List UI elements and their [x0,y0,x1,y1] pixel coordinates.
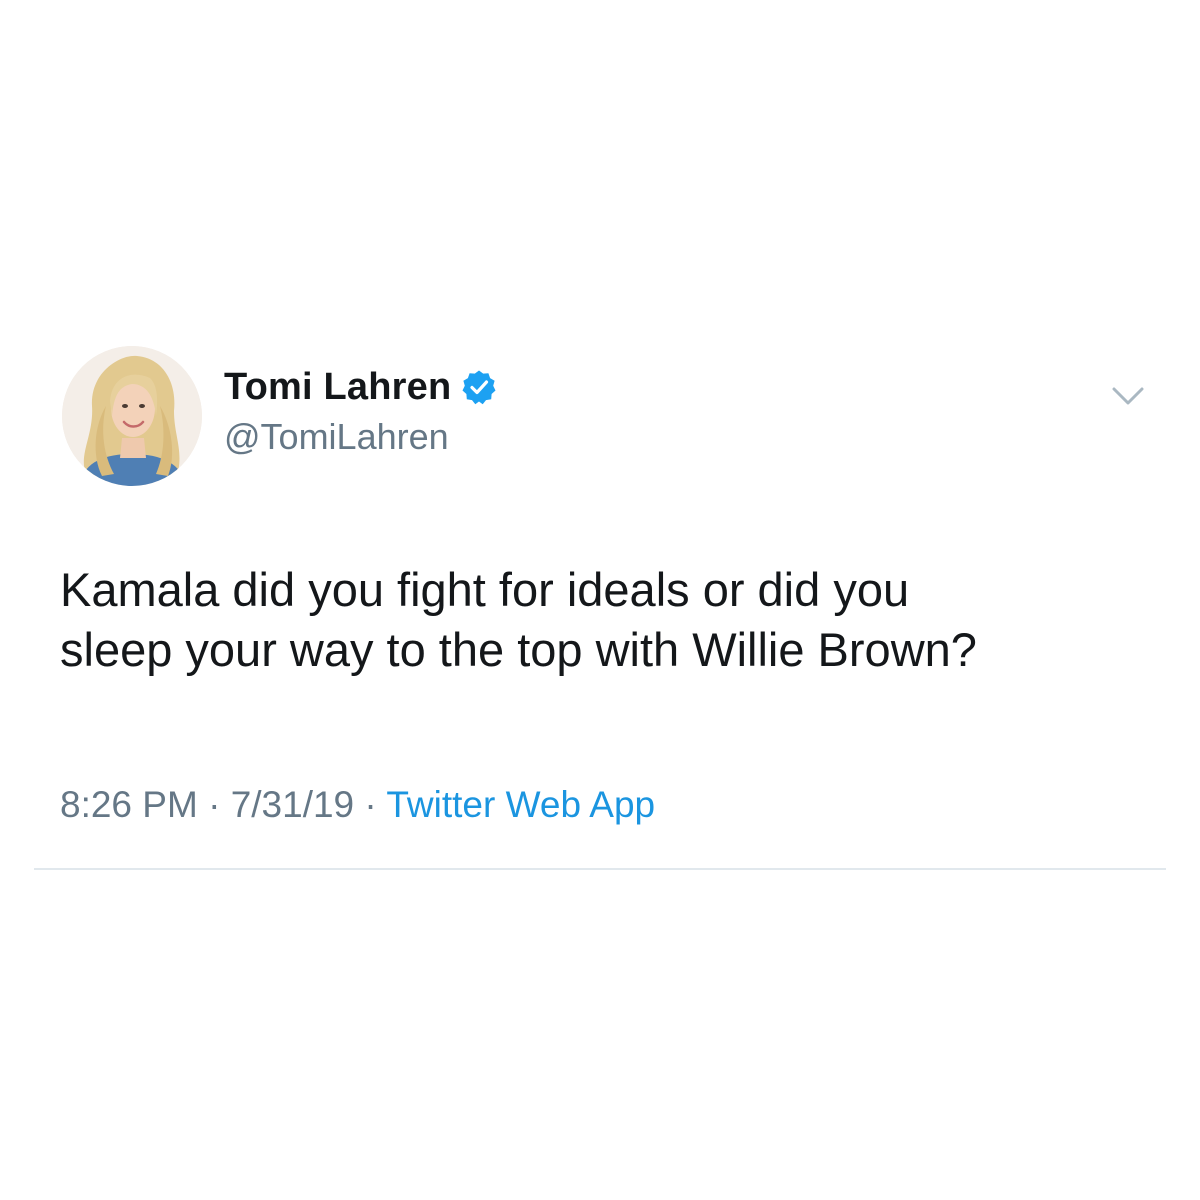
tweet-text: Kamala did you fight for ideals or did y… [60,560,1160,680]
tweet-time[interactable]: 8:26 PM [60,784,198,825]
display-name[interactable]: Tomi Lahren [224,366,451,409]
tweet-text-line: Kamala did you fight for ideals or did y… [60,563,910,616]
tweet-meta: 8:26 PM · 7/31/19 · Twitter Web App [60,782,655,828]
display-name-row: Tomi Lahren [224,362,497,412]
meta-separator: · [208,784,231,825]
avatar[interactable] [62,346,202,486]
verified-badge-icon [461,369,497,405]
avatar-image [62,346,202,486]
chevron-down-icon[interactable] [1110,378,1146,414]
separator-dot: · [208,784,221,825]
divider [34,868,1166,870]
tweet-date[interactable]: 7/31/19 [231,784,354,825]
separator-dot: · [364,784,377,825]
tweet-card: Tomi Lahren @TomiLahren Kamala did you f… [0,0,1200,1200]
tweet-source-link[interactable]: Twitter Web App [386,784,655,825]
tweet-text-line: sleep your way to the top with Willie Br… [60,623,977,676]
meta-separator: · [364,784,386,825]
user-handle[interactable]: @TomiLahren [224,416,449,458]
